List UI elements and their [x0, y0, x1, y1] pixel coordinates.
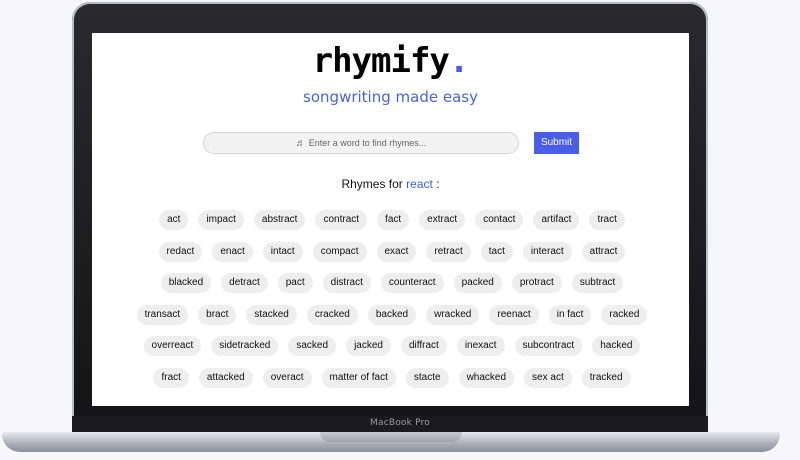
rhyme-row: transact bract stacked cracked backed wracked… [132, 304, 652, 337]
rhyme-chip[interactable]: fract [153, 367, 189, 388]
rhyme-chip[interactable]: tact [480, 241, 513, 262]
rhyme-chip[interactable]: stacked [246, 304, 297, 325]
rhyme-chip[interactable]: subtract [571, 273, 624, 294]
results-suffix: : [436, 177, 440, 191]
results-prefix: Rhymes for [341, 177, 403, 191]
rhyme-chip[interactable]: tracked [581, 367, 631, 388]
rhyme-chip[interactable]: counteract [380, 273, 444, 294]
rhyme-chip[interactable]: impact [198, 210, 244, 230]
rhyme-chip[interactable]: cracked [306, 304, 358, 325]
rhyme-chip-list: act impact abstract contract fact extract cont… [132, 210, 652, 400]
rhyme-chip[interactable]: artifact [533, 210, 580, 230]
tagline: songwriting made easy [303, 88, 478, 106]
app-logo[interactable]: rhymify. [92, 41, 689, 81]
rhyme-chip[interactable]: inexact [456, 336, 505, 357]
rhyme-chip[interactable]: compact [312, 241, 367, 262]
rhyme-chip[interactable]: whacked [458, 367, 515, 388]
rhyme-chip[interactable]: detract [221, 273, 268, 294]
rhyme-row: redact enact intact compact exact retract tact… [132, 241, 652, 274]
rhyme-chip[interactable]: retract [426, 241, 471, 262]
rhyme-chip[interactable]: subcontract [514, 336, 583, 357]
submit-button[interactable]: Submit [534, 132, 579, 154]
rhyme-chip[interactable]: packed [453, 273, 502, 294]
search-input[interactable]: ♬ Enter a word to find rhymes... [203, 132, 519, 154]
rhyme-row: fract attacked overact matter of fact stacte… [132, 367, 652, 400]
rhyme-chip[interactable]: interact [522, 241, 572, 262]
results-heading: Rhymes for react : [92, 177, 689, 191]
rhyme-chip[interactable]: abstract [253, 210, 306, 230]
rhyme-chip[interactable]: overreact [143, 336, 202, 357]
device-brand-label: MacBook Pro [370, 418, 430, 428]
rhyme-chip[interactable]: exact [376, 241, 417, 262]
rhyme-chip[interactable]: protract [511, 273, 562, 294]
search-placeholder: Enter a word to find rhymes... [308, 138, 427, 148]
rhyme-chip[interactable]: contact [475, 210, 524, 230]
logo-text: rhymify [312, 41, 450, 81]
rhyme-chip[interactable]: attacked [198, 367, 253, 388]
rhyme-chip[interactable]: act [159, 210, 189, 230]
rhyme-chip[interactable]: diffract [400, 336, 447, 357]
rhyme-chip[interactable]: enact [212, 241, 253, 262]
rhyme-chip[interactable]: sidetracked [211, 336, 279, 357]
rhyme-chip[interactable]: stacte [405, 367, 449, 388]
rhyme-chip[interactable]: wracked [426, 304, 480, 325]
rhyme-chip[interactable]: transact [136, 304, 189, 325]
rhyme-chip[interactable]: backed [367, 304, 417, 325]
rhyme-chip[interactable]: fact [377, 210, 410, 230]
rhyme-chip[interactable]: intact [262, 241, 303, 262]
rhyme-chip[interactable]: jacked [346, 336, 391, 357]
laptop-notch [320, 432, 462, 442]
rhyme-chip[interactable]: extract [419, 210, 466, 230]
rhyme-chip[interactable]: distract [322, 273, 371, 294]
rhyme-chip[interactable]: overact [262, 367, 312, 388]
rhyme-chip[interactable]: matter of fact [321, 367, 396, 388]
rhyme-chip[interactable]: sacked [288, 336, 337, 357]
rhyme-chip[interactable]: in fact [548, 304, 592, 325]
rhyme-row: blacked detract pact distract counteract pack… [132, 273, 652, 305]
laptop-mockup: MacBook Pro rhymify. songwriting made ea… [0, 0, 800, 460]
rhyme-row: overreact sidetracked sacked jacked diffract… [132, 336, 652, 368]
rhyme-chip[interactable]: tract [589, 210, 625, 230]
app-screen: rhymify. songwriting made easy ♬ Enter a … [92, 33, 689, 406]
music-note-icon: ♬ [295, 138, 306, 149]
rhyme-chip[interactable]: contract [315, 210, 368, 230]
rhyme-chip[interactable]: reenact [489, 304, 539, 325]
rhyme-chip[interactable]: pact [277, 273, 313, 294]
logo-dot: . [448, 41, 470, 81]
rhyme-row: act impact abstract contract fact extract cont… [132, 210, 652, 242]
rhyme-chip[interactable]: attract [581, 241, 626, 262]
rhyme-chip[interactable]: hacked [592, 336, 641, 357]
rhyme-chip[interactable]: racked [601, 304, 648, 325]
rhyme-chip[interactable]: redact [158, 241, 203, 262]
rhyme-chip[interactable]: bract [198, 304, 237, 325]
rhyme-chip[interactable]: sex act [524, 367, 572, 388]
rhyme-chip[interactable]: blacked [160, 273, 212, 294]
results-query-word[interactable]: react [406, 177, 433, 191]
